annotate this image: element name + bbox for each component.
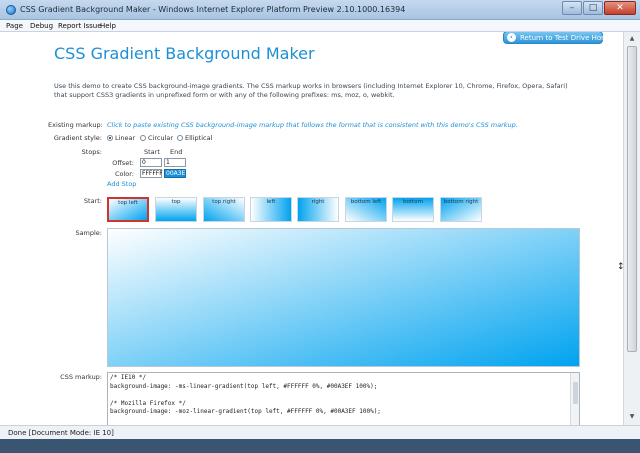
radio-elliptical[interactable]: Elliptical: [177, 134, 212, 142]
existing-markup-label: Existing markup:: [48, 121, 103, 129]
offset-end-input[interactable]: 1: [164, 158, 186, 167]
taskbar: [0, 439, 640, 453]
add-stop-link[interactable]: Add Stop: [107, 180, 136, 188]
back-arrow-icon: ‹: [507, 33, 516, 42]
radio-circular[interactable]: Circular: [140, 134, 173, 142]
sample-label: Sample:: [75, 229, 102, 237]
start-left-button[interactable]: left: [250, 197, 292, 222]
ie-app-icon: [6, 5, 16, 15]
radio-linear[interactable]: Linear: [107, 134, 135, 142]
intro-text: Use this demo to create CSS background-i…: [54, 82, 568, 99]
page-title: CSS Gradient Background Maker: [54, 44, 315, 63]
stops-label: Stops:: [81, 148, 102, 156]
menu-debug[interactable]: Debug: [30, 22, 53, 30]
paste-markup-link[interactable]: Click to paste existing CSS background-i…: [107, 121, 518, 129]
gradient-sample: [107, 228, 580, 367]
maximize-button[interactable]: □: [583, 1, 603, 15]
return-to-test-drive-button[interactable]: ‹ Return to Test Drive Home: [503, 32, 612, 44]
start-label: Start:: [83, 197, 102, 205]
start-right-button[interactable]: right: [297, 197, 339, 222]
stops-end-header: End: [170, 148, 183, 156]
scroll-up-icon[interactable]: ▲: [627, 34, 637, 44]
scroll-down-icon[interactable]: ▼: [627, 412, 637, 422]
offset-start-input[interactable]: 0: [140, 158, 162, 167]
start-bottom-button[interactable]: bottom: [392, 197, 434, 222]
menu-page[interactable]: Page: [6, 22, 23, 30]
page-scrollbar[interactable]: ▲ ▼: [623, 32, 640, 425]
color-start-input[interactable]: FFFFFF: [140, 169, 163, 178]
color-label: Color:: [114, 170, 134, 178]
menu-report-issue[interactable]: Report Issue: [58, 22, 102, 30]
minimize-button[interactable]: –: [562, 1, 582, 15]
gradient-style-label: Gradient style:: [53, 134, 102, 142]
start-bottom-left-button[interactable]: bottom left: [345, 197, 387, 222]
css-markup-label: CSS markup:: [60, 373, 102, 381]
css-markup-code: /* IE10 */ background-image: -ms-linear-…: [110, 374, 381, 415]
scrollbar-thumb[interactable]: [627, 46, 637, 352]
status-text: Done [Document Mode: IE 10]: [8, 429, 114, 437]
menu-bar: Page Debug Report Issue Help: [0, 20, 640, 32]
markup-scrollbar[interactable]: [570, 373, 579, 425]
start-top-right-button[interactable]: top right: [203, 197, 245, 222]
css-markup-textarea[interactable]: /* IE10 */ background-image: -ms-linear-…: [107, 372, 580, 425]
window-title: CSS Gradient Background Maker - Windows …: [20, 5, 406, 14]
start-top-button[interactable]: top: [155, 197, 197, 222]
title-bar: CSS Gradient Background Maker - Windows …: [0, 0, 640, 20]
menu-help[interactable]: Help: [100, 22, 116, 30]
offset-label: Offset:: [112, 159, 134, 167]
color-end-input[interactable]: 00A3EF: [164, 169, 189, 178]
status-bar: Done [Document Mode: IE 10]: [0, 425, 640, 439]
page-viewport: ‹ Return to Test Drive Home CSS Gradient…: [0, 32, 623, 425]
start-bottom-right-button[interactable]: bottom right: [440, 197, 482, 222]
return-button-label: Return to Test Drive Home: [520, 34, 613, 42]
start-top-left-button[interactable]: top left: [107, 197, 149, 222]
stops-start-header: Start: [144, 148, 160, 156]
close-button[interactable]: ✕: [604, 1, 636, 15]
